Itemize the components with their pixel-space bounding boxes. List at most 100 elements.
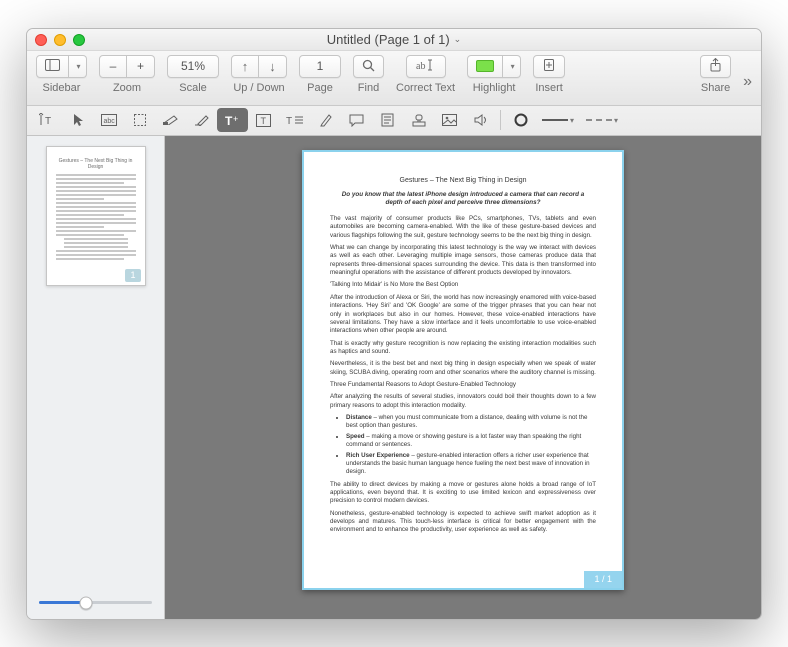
shape-tool[interactable] <box>505 108 536 132</box>
doc-paragraph: After the introduction of Alexa or Siri,… <box>330 294 596 336</box>
erase-tool[interactable] <box>186 108 217 132</box>
image-tool[interactable] <box>434 108 465 132</box>
highlight-menu-button[interactable]: ▾ <box>503 55 521 78</box>
thumbnail-sidebar: Gestures – The Next Big Thing in Design … <box>27 136 165 619</box>
insert-label: Insert <box>535 82 563 94</box>
window-title[interactable]: Untitled (Page 1 of 1) ⌄ <box>327 32 461 47</box>
add-text-tool[interactable]: T+ <box>217 108 248 132</box>
share-label: Share <box>701 82 730 94</box>
svg-text:T: T <box>225 114 233 127</box>
scale-label: Scale <box>179 82 207 94</box>
app-window: Untitled (Page 1 of 1) ⌄ ▾ Sidebar – + Z… <box>26 28 762 620</box>
sidebar-button[interactable] <box>36 55 69 78</box>
stamp-tool[interactable] <box>403 108 434 132</box>
find-label: Find <box>358 82 379 94</box>
doc-paragraph: Nonetheless, gesture-enabled technology … <box>330 510 596 535</box>
annotation-toolbar: T abc T+ T T ▾ ▾ <box>27 106 761 136</box>
page-group: 1 Page <box>299 55 341 94</box>
page-viewport[interactable]: Gestures – The Next Big Thing in Design … <box>165 136 761 619</box>
doc-paragraph: What we can change by incorporating this… <box>330 244 596 277</box>
edit-text-tool[interactable]: T <box>31 108 62 132</box>
toolbar-overflow-button[interactable]: » <box>743 73 752 91</box>
page-indicator: 1 / 1 <box>584 571 622 587</box>
doc-bullet: Rich User Experience – gesture-enabled i… <box>346 452 596 477</box>
crop-tool[interactable] <box>124 108 155 132</box>
doc-paragraph: The vast majority of consumer products l… <box>330 215 596 240</box>
main-toolbar: ▾ Sidebar – + Zoom 51% Scale ↑ ↓ Up / Do… <box>27 51 761 106</box>
toolbar-separator <box>500 110 501 130</box>
chevron-down-icon: ▾ <box>511 62 515 71</box>
window-title-text: Untitled (Page 1 of 1) <box>327 32 450 47</box>
zoom-out-button[interactable]: – <box>99 55 127 78</box>
scale-field[interactable]: 51% <box>167 55 219 78</box>
zoom-group: – + Zoom <box>99 55 155 94</box>
comment-tool[interactable] <box>341 108 372 132</box>
text-box-tool[interactable]: T <box>248 108 279 132</box>
arrow-up-icon: ↑ <box>242 60 249 73</box>
share-icon <box>709 58 722 74</box>
doc-heading: 'Talking Into Midair' is No More the Bes… <box>330 281 596 289</box>
titlebar: Untitled (Page 1 of 1) ⌄ <box>27 29 761 51</box>
svg-text:T: T <box>286 116 292 126</box>
page-up-button[interactable]: ↑ <box>231 55 259 78</box>
thumbnail-zoom-slider[interactable] <box>39 595 152 611</box>
doc-bullet: Distance – when you must communicate fro… <box>346 414 596 431</box>
find-group: Find <box>353 55 384 94</box>
doc-subtitle: Do you know that the latest iPhone desig… <box>340 191 586 208</box>
doc-bullet-list: Distance – when you must communicate fro… <box>346 414 596 477</box>
page-thumbnail-1[interactable]: Gestures – The Next Big Thing in Design … <box>46 146 146 286</box>
svg-text:T: T <box>261 116 267 126</box>
sidebar-menu-button[interactable]: ▾ <box>69 55 87 78</box>
chevron-down-icon: ▾ <box>570 116 574 125</box>
insert-button[interactable] <box>533 55 565 78</box>
ocr-tool[interactable]: abc <box>93 108 124 132</box>
share-group: Share <box>700 55 731 94</box>
line-style-dash-button[interactable]: ▾ <box>580 116 624 125</box>
share-button[interactable] <box>700 55 731 78</box>
doc-paragraph: After analyzing the results of several s… <box>330 393 596 410</box>
find-button[interactable] <box>353 55 384 78</box>
updown-label: Up / Down <box>233 82 284 94</box>
zoom-window-button[interactable] <box>73 34 85 46</box>
redact-tool[interactable] <box>155 108 186 132</box>
content-area: Gestures – The Next Big Thing in Design … <box>27 136 761 619</box>
arrow-down-icon: ↓ <box>269 60 276 73</box>
page-label: Page <box>307 82 333 94</box>
svg-text:T: T <box>45 116 51 127</box>
window-controls <box>35 34 85 46</box>
sound-tool[interactable] <box>465 108 496 132</box>
minimize-window-button[interactable] <box>54 34 66 46</box>
text-style-tool[interactable]: T <box>279 108 310 132</box>
highlight-group: ▾ Highlight <box>467 55 521 94</box>
note-tool[interactable] <box>372 108 403 132</box>
zoom-label: Zoom <box>113 82 141 94</box>
close-window-button[interactable] <box>35 34 47 46</box>
chevron-down-icon: ⌄ <box>454 34 462 45</box>
sidebar-label: Sidebar <box>43 82 81 94</box>
highlight-button[interactable] <box>467 55 503 78</box>
thumbnail-page-badge: 1 <box>125 269 140 281</box>
correct-text-icon: ab <box>416 59 436 73</box>
sidebar-icon <box>45 59 60 73</box>
page-down-button[interactable]: ↓ <box>259 55 287 78</box>
svg-text:+: + <box>233 114 238 124</box>
chevron-down-icon: ▾ <box>614 116 618 125</box>
correct-text-button[interactable]: ab <box>406 55 446 78</box>
doc-bullet: Speed – making a move or showing gesture… <box>346 433 596 450</box>
doc-heading: Three Fundamental Reasons to Adopt Gestu… <box>330 381 596 389</box>
line-style-solid-button[interactable]: ▾ <box>536 116 580 125</box>
select-tool[interactable] <box>62 108 93 132</box>
svg-text:ab: ab <box>416 61 425 71</box>
doc-paragraph: The ability to direct devices by making … <box>330 481 596 506</box>
highlight-label: Highlight <box>473 82 516 94</box>
document-page-1[interactable]: Gestures – The Next Big Thing in Design … <box>302 150 624 590</box>
zoom-in-button[interactable]: + <box>127 55 155 78</box>
highlight-swatch <box>476 60 494 72</box>
sidebar-group: ▾ Sidebar <box>36 55 87 94</box>
insert-group: Insert <box>533 55 565 94</box>
chevron-down-icon: ▾ <box>76 62 80 71</box>
doc-paragraph: That is exactly why gesture recognition … <box>330 340 596 357</box>
correct-text-label: Correct Text <box>396 82 455 94</box>
highlighter-tool[interactable] <box>310 108 341 132</box>
page-field[interactable]: 1 <box>299 55 341 78</box>
